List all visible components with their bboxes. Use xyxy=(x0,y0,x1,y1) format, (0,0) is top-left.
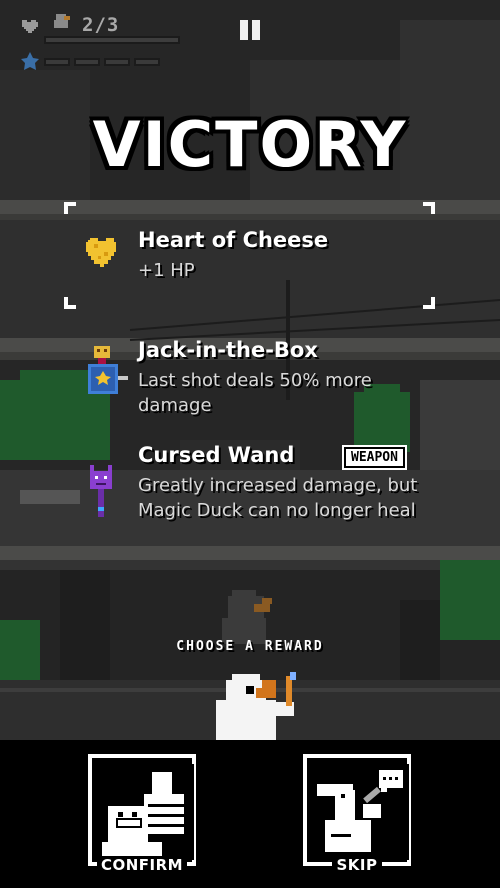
game-scene: 2/3 VICTORY Heart of Cheese +1 HP Jack-i… xyxy=(0,0,500,740)
selection-bracket xyxy=(64,297,76,309)
cheese-heart-icon xyxy=(86,238,116,267)
mana-pip xyxy=(134,58,160,66)
cursed-wand-icon xyxy=(90,465,112,517)
mana-pip xyxy=(74,58,100,66)
bottom-controls: CONFIRM SKIP xyxy=(0,740,500,888)
choose-reward-prompt: CHOOSE A REWARD xyxy=(176,639,324,654)
reward-description: +1 HP xyxy=(138,260,195,281)
selection-bracket xyxy=(423,297,435,309)
thumbs-up-duck-icon xyxy=(98,764,194,860)
victory-title: VICTORY xyxy=(92,108,408,181)
reward-description: Last shot deals 50% more damage xyxy=(138,370,372,416)
mana-bars xyxy=(44,58,160,66)
pause-icon xyxy=(240,20,248,40)
skip-button[interactable]: SKIP xyxy=(303,754,411,874)
reward-name: Heart of Cheese xyxy=(138,228,329,252)
hp-bar xyxy=(44,36,180,44)
star-icon xyxy=(21,52,39,70)
skip-label: SKIP xyxy=(332,856,382,874)
hp-count: 2/3 xyxy=(82,14,120,36)
selection-bracket xyxy=(64,202,76,214)
jack-in-the-box-icon xyxy=(88,346,128,394)
reward-name: Jack-in-the-Box xyxy=(138,338,318,362)
heart-icon xyxy=(22,20,38,33)
confirm-button[interactable]: CONFIRM xyxy=(88,754,196,874)
mana-pip xyxy=(104,58,130,66)
weapon-badge: WEAPON xyxy=(342,445,407,470)
pause-button[interactable] xyxy=(238,18,262,42)
skip-duck-icon xyxy=(313,764,409,860)
mana-pip xyxy=(44,58,70,66)
reward-name: Cursed Wand xyxy=(138,443,295,467)
reward-description: Greatly increased damage, but Magic Duck… xyxy=(138,475,418,521)
selection-bracket xyxy=(423,202,435,214)
duck-mini-icon xyxy=(54,14,70,28)
confirm-label: CONFIRM xyxy=(96,856,188,874)
